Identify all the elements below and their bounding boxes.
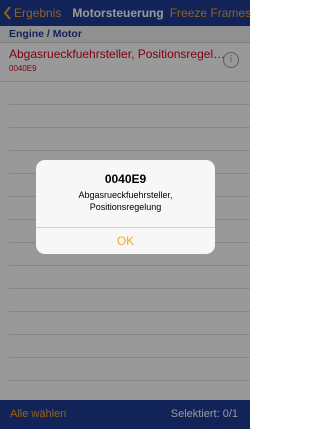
ok-button[interactable]: OK [36,228,215,254]
alert-message: Abgasrueckfuehrsteller, Positionsregelun… [42,189,209,213]
alert-dialog: 0040E9 Abgasrueckfuehrsteller, Positions… [36,160,215,254]
alert-message-line: Abgasrueckfuehrsteller, [78,190,173,200]
alert-message-line: Positionsregelung [89,202,162,212]
alert-title: 0040E9 [104,172,147,186]
